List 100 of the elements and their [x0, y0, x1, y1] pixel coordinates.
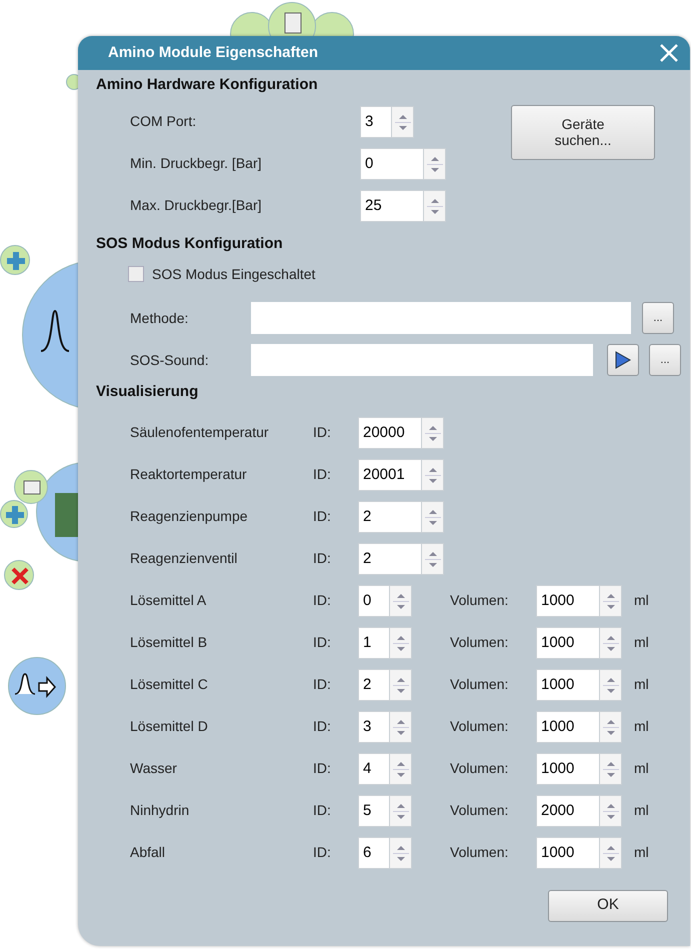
unit-label: ml	[634, 633, 649, 652]
number-field[interactable]: 25	[360, 190, 424, 222]
spin-buttons-icon[interactable]	[422, 416, 444, 448]
id-label: ID:	[313, 423, 332, 442]
number-field[interactable]: 4	[358, 752, 390, 784]
volume-label: Volumen:	[450, 591, 510, 610]
browse-button[interactable]: ...	[649, 344, 681, 376]
id-label: ID:	[313, 591, 332, 610]
spin-buttons-icon[interactable]	[600, 584, 622, 616]
spin-buttons-icon[interactable]	[390, 794, 412, 826]
spin-buttons-icon[interactable]	[600, 668, 622, 700]
number-field[interactable]: 1000	[536, 668, 600, 700]
sound-file-field[interactable]	[251, 344, 593, 376]
spin-buttons-icon[interactable]	[390, 668, 412, 700]
id-label: ID:	[313, 633, 332, 652]
number-field[interactable]: 5	[358, 794, 390, 826]
window-icon	[14, 470, 48, 504]
unit-label: ml	[634, 759, 649, 778]
spin-buttons-icon[interactable]	[600, 710, 622, 742]
spin-buttons-icon[interactable]	[424, 190, 446, 222]
section-heading: Amino Hardware Konfiguration	[96, 75, 319, 95]
field-label: COM Port:	[130, 112, 198, 131]
number-field[interactable]: 2	[358, 668, 390, 700]
number-field[interactable]: 3	[360, 106, 392, 138]
number-field[interactable]: 1000	[536, 836, 600, 868]
volume-label: Volumen:	[450, 633, 510, 652]
close-icon[interactable]	[658, 42, 680, 64]
row-label: Lösemittel B	[130, 633, 208, 652]
row-label: Abfall	[130, 843, 166, 862]
section-heading: Visualisierung	[96, 382, 200, 402]
window-title: Amino Module Eigenschaften	[108, 42, 318, 63]
number-field[interactable]: 2	[358, 500, 422, 532]
spin-buttons-icon[interactable]	[424, 148, 446, 180]
spin-buttons-icon[interactable]	[390, 836, 412, 868]
number-field[interactable]: 1000	[536, 584, 600, 616]
number-field[interactable]: 20000	[358, 416, 422, 448]
field-label: SOS-Sound:	[130, 350, 210, 370]
id-label: ID:	[313, 465, 332, 484]
number-field[interactable]: 20001	[358, 458, 422, 490]
spin-buttons-icon[interactable]	[390, 626, 412, 658]
spin-buttons-icon[interactable]	[392, 106, 414, 138]
volume-label: Volumen:	[450, 717, 510, 736]
search-devices-button[interactable]: Geräte suchen...	[511, 104, 655, 160]
number-field[interactable]: 6	[358, 836, 390, 868]
volume-label: Volumen:	[450, 675, 510, 694]
play-button[interactable]	[607, 344, 639, 376]
number-field[interactable]: 1000	[536, 752, 600, 784]
spin-buttons-icon[interactable]	[600, 836, 622, 868]
spin-buttons-icon[interactable]	[600, 752, 622, 784]
number-field[interactable]: 0	[360, 148, 424, 180]
plus-icon	[0, 500, 28, 528]
spin-buttons-icon[interactable]	[422, 500, 444, 532]
spin-buttons-icon[interactable]	[390, 752, 412, 784]
row-label: Ninhydrin	[130, 801, 190, 820]
number-field[interactable]: 1	[358, 626, 390, 658]
row-label: Lösemittel A	[130, 591, 208, 610]
id-label: ID:	[313, 549, 332, 568]
id-label: ID:	[313, 507, 332, 526]
spin-buttons-icon[interactable]	[422, 458, 444, 490]
number-field[interactable]: 2000	[536, 794, 600, 826]
volume-label: Volumen:	[450, 843, 510, 862]
volume-label: Volumen:	[450, 801, 510, 820]
id-label: ID:	[313, 801, 332, 820]
play-icon	[614, 350, 632, 370]
row-label: Säulenofentemperatur	[130, 423, 270, 442]
ok-button[interactable]: OK	[548, 890, 668, 922]
id-label: ID:	[313, 843, 332, 862]
volume-label: Volumen:	[450, 759, 510, 778]
browse-button[interactable]: ...	[642, 302, 674, 334]
field-label: Methode:	[130, 308, 190, 328]
unit-label: ml	[634, 801, 649, 820]
section-heading: SOS Modus Konfiguration	[96, 234, 284, 254]
id-label: ID:	[313, 717, 332, 736]
unit-label: ml	[634, 675, 649, 694]
row-label: Reagenzienpumpe	[130, 507, 249, 526]
id-label: ID:	[313, 675, 332, 694]
row-label: Reaktortemperatur	[130, 465, 248, 484]
number-field[interactable]: 1000	[536, 710, 600, 742]
number-field[interactable]: 2	[358, 542, 422, 574]
method-field[interactable]	[251, 302, 631, 334]
unit-label: ml	[634, 717, 649, 736]
number-field[interactable]: 3	[358, 710, 390, 742]
field-label: Max. Druckbegr.[Bar]	[130, 196, 262, 215]
number-field[interactable]: 0	[358, 584, 390, 616]
row-label: Wasser	[130, 759, 178, 778]
field-label: Min. Druckbegr. [Bar]	[130, 154, 262, 173]
spin-buttons-icon[interactable]	[600, 626, 622, 658]
spin-buttons-icon[interactable]	[390, 584, 412, 616]
unit-label: ml	[634, 843, 649, 862]
row-label: Reagenzienventil	[130, 549, 238, 568]
id-label: ID:	[313, 759, 332, 778]
unit-label: ml	[634, 591, 649, 610]
number-field[interactable]: 1000	[536, 626, 600, 658]
checkbox[interactable]	[128, 266, 144, 282]
spin-buttons-icon[interactable]	[390, 710, 412, 742]
plus-icon	[0, 245, 30, 275]
row-label: Lösemittel C	[130, 675, 209, 694]
spin-buttons-icon[interactable]	[422, 542, 444, 574]
cross-icon	[4, 560, 34, 590]
spin-buttons-icon[interactable]	[600, 794, 622, 826]
